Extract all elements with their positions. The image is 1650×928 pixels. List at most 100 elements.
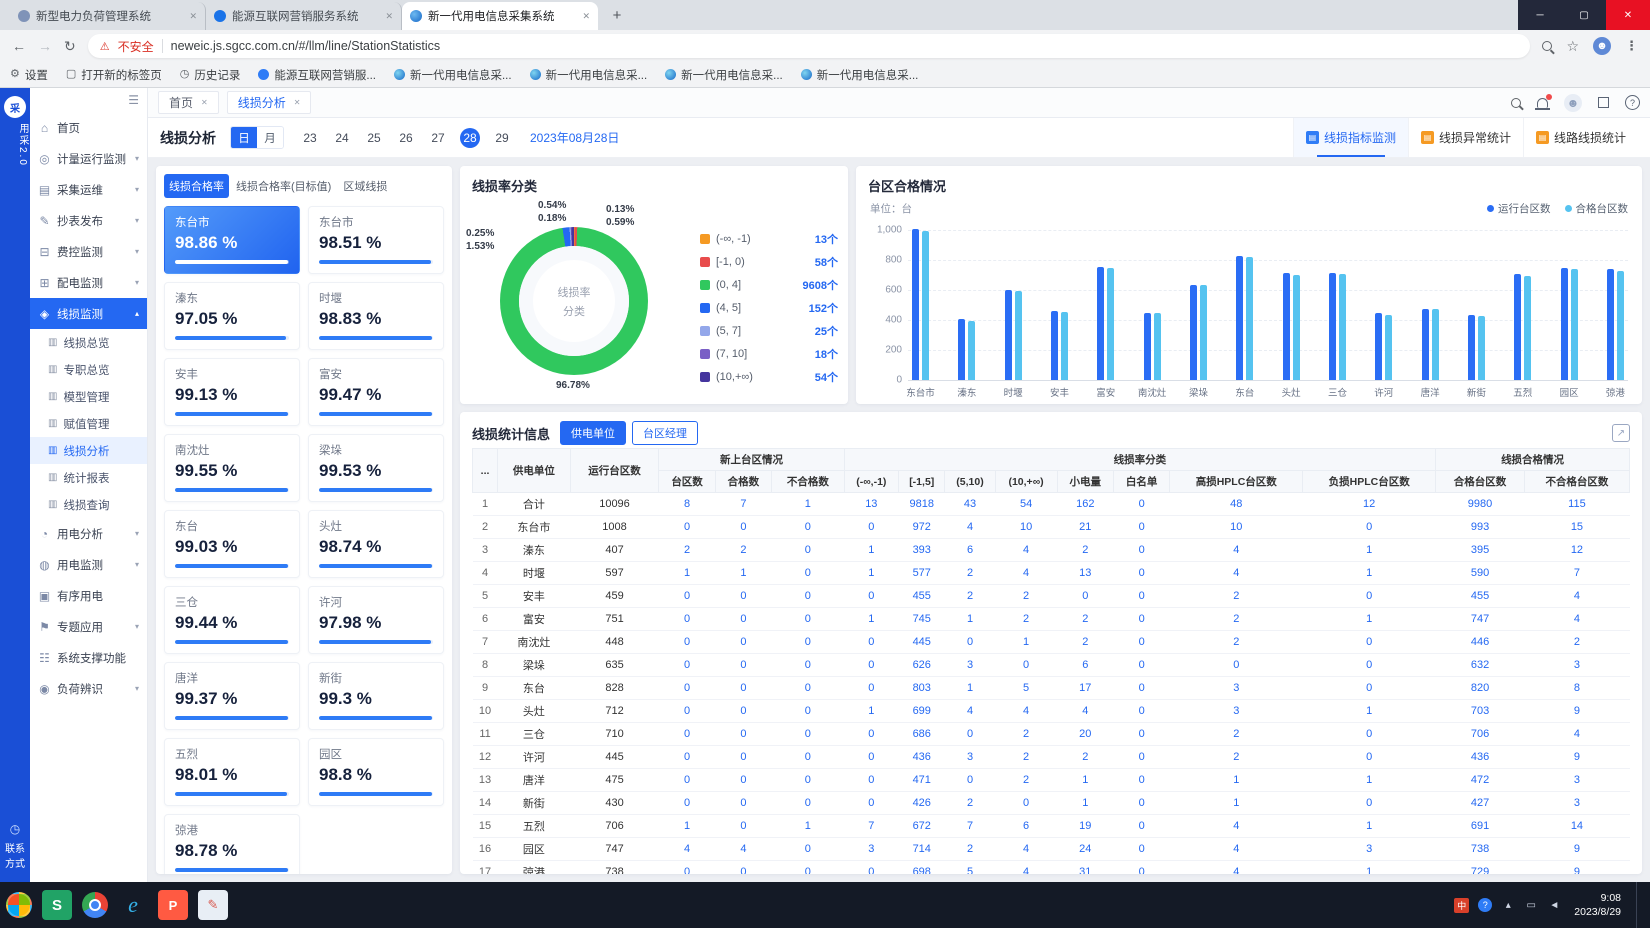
cell-value[interactable]: 2 <box>1057 746 1113 769</box>
legend-item[interactable]: (0, 4]9608个 <box>700 277 838 293</box>
rate-tab[interactable]: 线损合格率(目标值) <box>231 174 336 198</box>
bookmark-item[interactable]: ▢打开新的标签页 <box>66 67 162 83</box>
cell-value[interactable]: 0 <box>715 677 771 700</box>
cell-value[interactable]: 0 <box>844 723 898 746</box>
bar-运行台区数[interactable] <box>1283 273 1290 380</box>
cell-value[interactable]: 1 <box>945 677 995 700</box>
cell-value[interactable]: 1 <box>715 562 771 585</box>
cell-value[interactable]: 426 <box>899 792 945 815</box>
cell-value[interactable]: 0 <box>659 585 715 608</box>
bookmark-item[interactable]: 新一代用电信息采... <box>801 67 919 83</box>
cell-value[interactable]: 2 <box>945 585 995 608</box>
cell-value[interactable]: 0 <box>1113 792 1169 815</box>
cell-value[interactable]: 0 <box>772 838 845 861</box>
sidebar-item[interactable]: ☷系统支撑功能 <box>30 642 147 673</box>
cell-value[interactable]: 10 <box>995 516 1057 539</box>
cell-value[interactable]: 1 <box>1303 769 1436 792</box>
cell-value[interactable]: 0 <box>659 861 715 875</box>
cell-value[interactable]: 1 <box>1057 769 1113 792</box>
cell-value[interactable]: 6 <box>945 539 995 562</box>
cell-value[interactable]: 393 <box>899 539 945 562</box>
close-icon[interactable]: ✕ <box>294 98 301 107</box>
cell-value[interactable]: 2 <box>1057 631 1113 654</box>
minimize-button[interactable]: ─ <box>1518 0 1562 30</box>
cell-value[interactable]: 1 <box>1303 700 1436 723</box>
cell-value[interactable]: 0 <box>715 815 771 838</box>
bar-合格台区数[interactable] <box>1571 269 1578 380</box>
cell-value[interactable]: 0 <box>772 562 845 585</box>
cell-value[interactable]: 5 <box>945 861 995 875</box>
cell-value[interactable]: 0 <box>1303 516 1436 539</box>
cell-value[interactable]: 1 <box>772 493 845 516</box>
cell-value[interactable]: 0 <box>715 792 771 815</box>
cell-value[interactable]: 2 <box>945 838 995 861</box>
cell-value[interactable]: 1 <box>844 539 898 562</box>
cell-value[interactable]: 0 <box>844 769 898 792</box>
rate-card[interactable]: 梁垛99.53 % <box>308 434 444 502</box>
cell-value[interactable]: 0 <box>715 861 771 875</box>
cell-value[interactable]: 4 <box>1170 815 1303 838</box>
cell-value[interactable]: 0 <box>772 746 845 769</box>
app-tab[interactable]: 线损分析✕ <box>227 91 312 114</box>
rate-card[interactable]: 富安99.47 % <box>308 358 444 426</box>
cell-value[interactable]: 0 <box>659 792 715 815</box>
bar-运行台区数[interactable] <box>1561 268 1568 380</box>
cell-value[interactable]: 0 <box>945 723 995 746</box>
cell-value[interactable]: 590 <box>1436 562 1525 585</box>
bookmark-item[interactable]: ◷历史记录 <box>180 67 241 83</box>
cell-value[interactable]: 20 <box>1057 723 1113 746</box>
legend-item[interactable]: [-1, 0)58个 <box>700 254 838 270</box>
sidebar-item[interactable]: ◈线损监测▴ <box>30 298 147 329</box>
monitor-tab[interactable]: ▤线损异常统计 <box>1408 118 1523 157</box>
sidebar-subitem[interactable]: ▥赋值管理 <box>30 410 147 437</box>
cell-value[interactable]: 1 <box>844 700 898 723</box>
cell-value[interactable]: 0 <box>659 516 715 539</box>
cell-value[interactable]: 2 <box>995 769 1057 792</box>
cell-value[interactable]: 162 <box>1057 493 1113 516</box>
cell-value[interactable]: 745 <box>899 608 945 631</box>
cell-value[interactable]: 0 <box>659 608 715 631</box>
bar-合格台区数[interactable] <box>1107 268 1114 380</box>
rate-card[interactable]: 溱东97.05 % <box>164 282 300 350</box>
cell-value[interactable]: 1 <box>844 562 898 585</box>
date-option[interactable]: 29 <box>492 128 512 148</box>
cell-value[interactable]: 0 <box>1113 562 1169 585</box>
bar-运行台区数[interactable] <box>1236 256 1243 380</box>
bar-运行台区数[interactable] <box>1051 311 1058 380</box>
cell-value[interactable]: 0 <box>844 792 898 815</box>
ime-icon[interactable]: 中 <box>1454 898 1469 913</box>
legend-item[interactable]: (10,+∞)54个 <box>700 369 838 385</box>
bar-运行台区数[interactable] <box>1468 315 1475 380</box>
cell-value[interactable]: 0 <box>1113 677 1169 700</box>
search-icon[interactable] <box>1511 98 1521 108</box>
cell-value[interactable]: 4 <box>995 539 1057 562</box>
bar-合格台区数[interactable] <box>1385 315 1392 380</box>
bar-合格台区数[interactable] <box>1339 274 1346 380</box>
sidebar-item[interactable]: ⊞配电监测▾ <box>30 267 147 298</box>
date-option[interactable]: 27 <box>428 128 448 148</box>
cell-value[interactable]: 4 <box>1524 723 1629 746</box>
volume-icon[interactable]: ◄ <box>1547 898 1561 912</box>
cell-value[interactable]: 0 <box>715 516 771 539</box>
cell-value[interactable]: 993 <box>1436 516 1525 539</box>
cell-value[interactable]: 13 <box>1057 562 1113 585</box>
sidebar-subitem[interactable]: ▥线损分析 <box>30 437 147 464</box>
fullscreen-icon[interactable] <box>1598 97 1609 108</box>
cell-value[interactable]: 0 <box>1113 631 1169 654</box>
rate-tab[interactable]: 线损合格率 <box>164 174 229 198</box>
cell-value[interactable]: 0 <box>1113 700 1169 723</box>
rate-card[interactable]: 许河97.98 % <box>308 586 444 654</box>
cell-value[interactable]: 2 <box>1170 608 1303 631</box>
bar-运行台区数[interactable] <box>1097 267 1104 380</box>
cell-value[interactable]: 1 <box>1303 861 1436 875</box>
cell-value[interactable]: 0 <box>1113 746 1169 769</box>
cell-value[interactable]: 2 <box>1170 631 1303 654</box>
cell-value[interactable]: 24 <box>1057 838 1113 861</box>
cell-value[interactable]: 0 <box>1113 539 1169 562</box>
new-tab-button[interactable]: + <box>604 2 630 28</box>
cell-value[interactable]: 0 <box>1113 608 1169 631</box>
tab-close-icon[interactable]: ✕ <box>582 11 590 22</box>
legend-item[interactable]: (4, 5]152个 <box>700 300 838 316</box>
bar-合格台区数[interactable] <box>1061 312 1068 380</box>
cell-value[interactable]: 19 <box>1057 815 1113 838</box>
